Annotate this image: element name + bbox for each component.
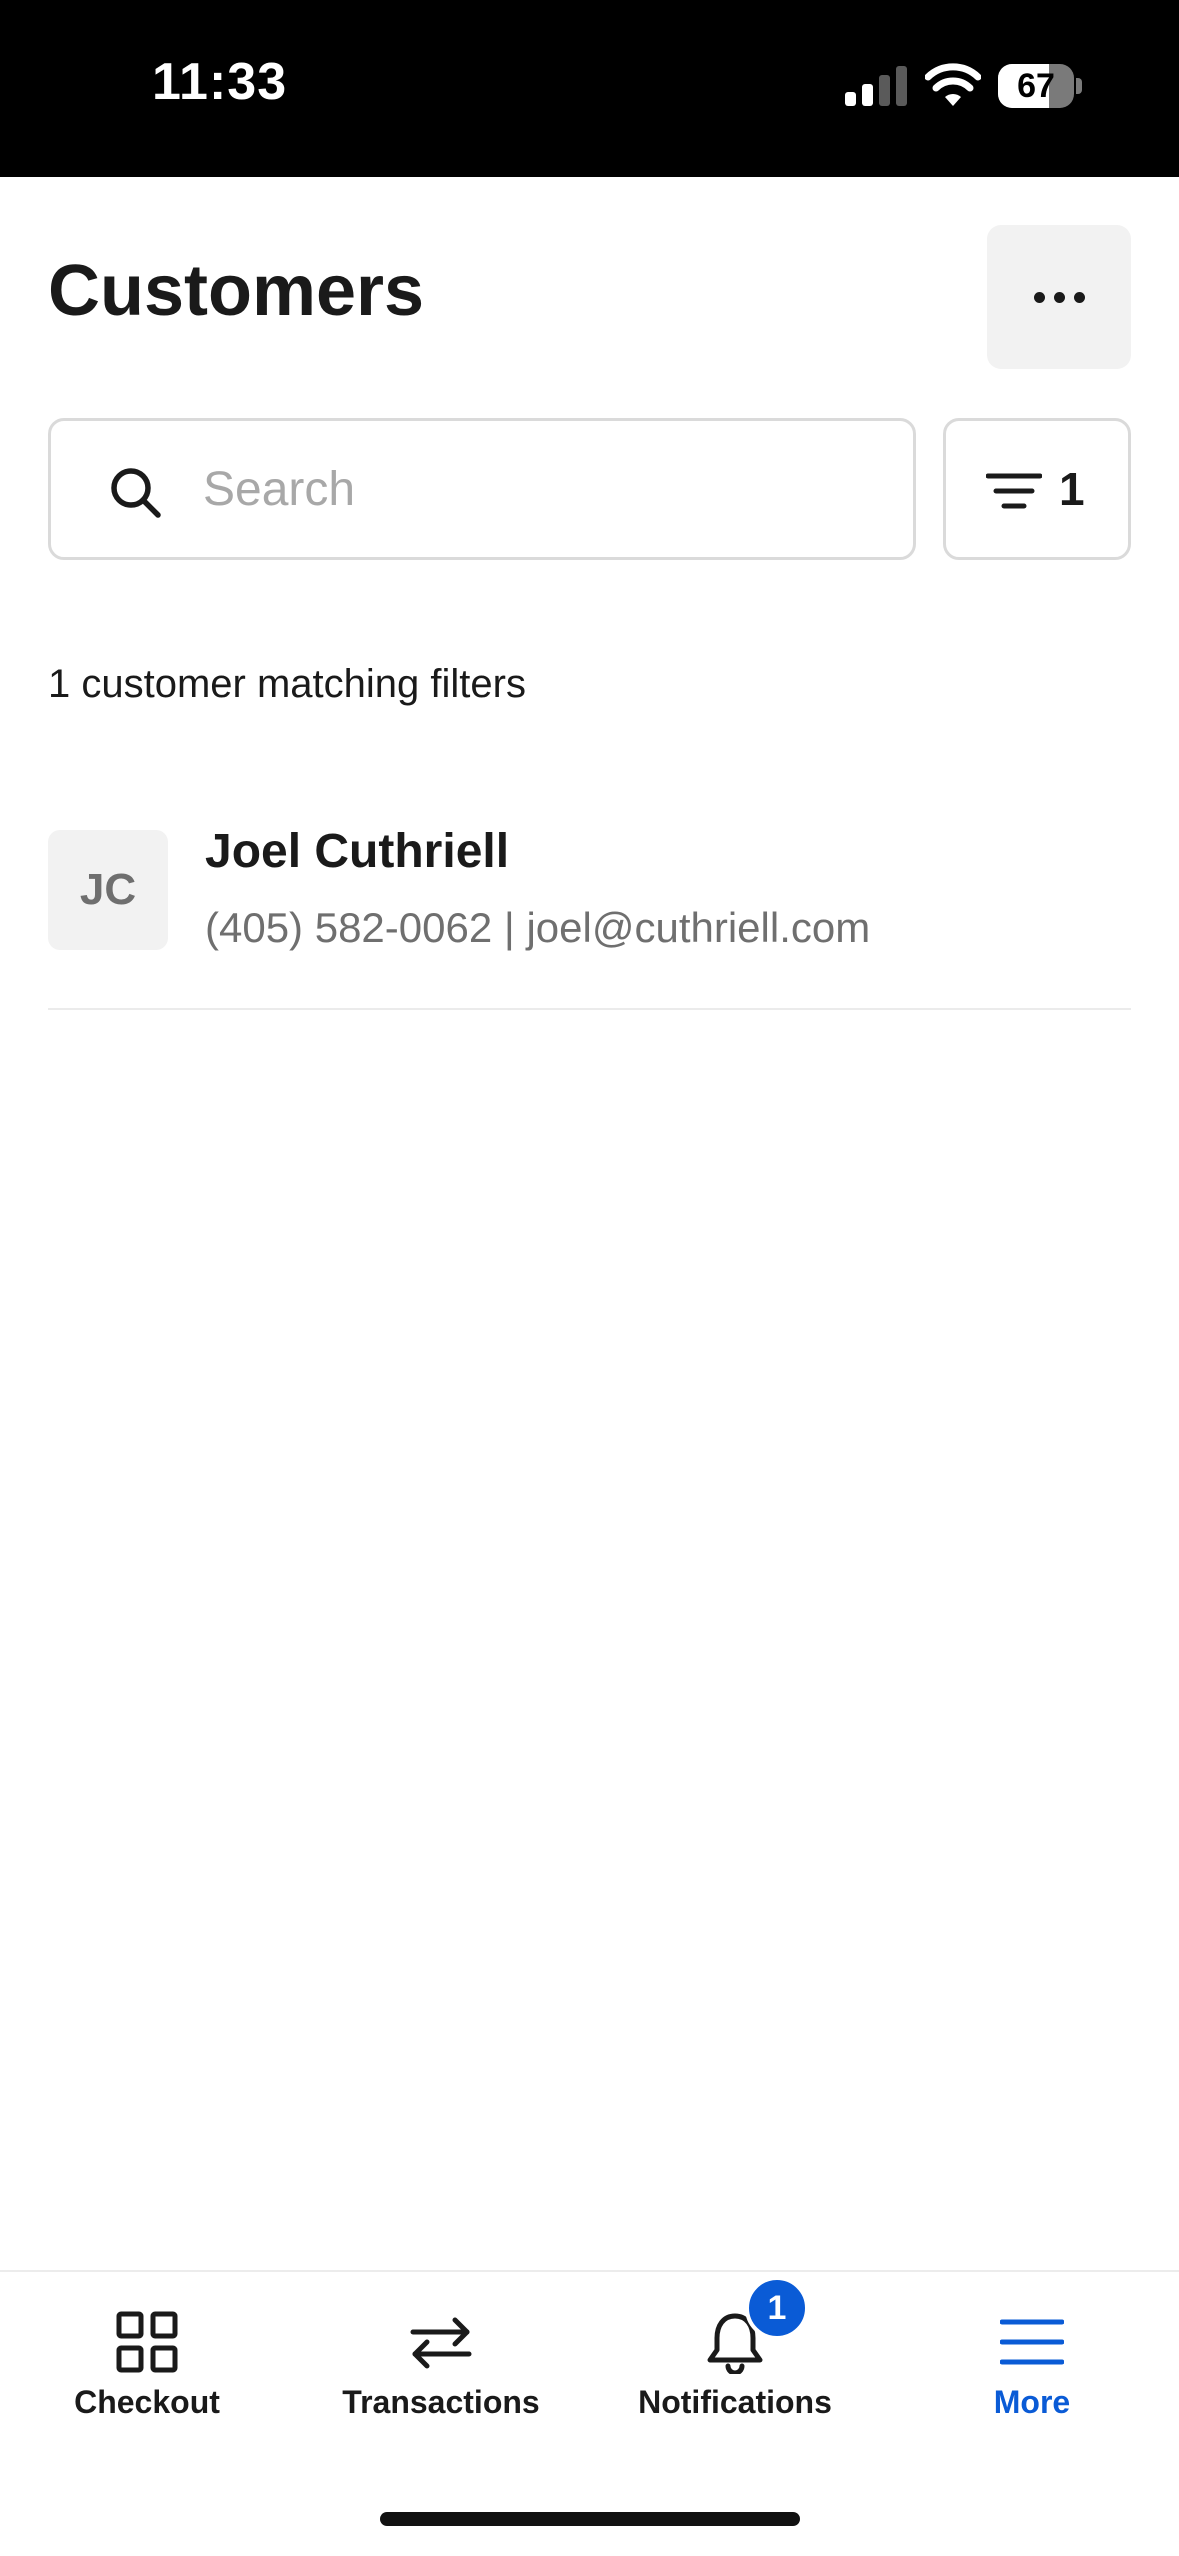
battery-icon: 67: [998, 64, 1074, 108]
tab-more[interactable]: More: [885, 2272, 1179, 2452]
tab-label: Checkout: [74, 2384, 220, 2420]
tab-transactions[interactable]: Transactions: [294, 2272, 588, 2452]
arrows-swap-icon: [410, 2317, 472, 2369]
page-title: Customers: [48, 251, 425, 331]
tab-notifications[interactable]: Notifications: [588, 2272, 882, 2452]
menu-icon: [1000, 2319, 1064, 2365]
filter-button[interactable]: 1: [943, 418, 1131, 560]
ellipsis-icon-dot: [1053, 291, 1065, 303]
results-summary: 1 customer matching filters: [48, 662, 526, 706]
tab-label: Notifications: [638, 2384, 832, 2420]
customer-list-item[interactable]: JC Joel Cuthriell (405) 582-0062 | joel@…: [48, 800, 1131, 1010]
avatar: JC: [48, 830, 168, 950]
customer-contact-details: (405) 582-0062 | joel@cuthriell.com: [205, 904, 871, 951]
wifi-icon: [925, 63, 981, 106]
battery-cap: [1076, 78, 1082, 94]
search-input[interactable]: [203, 421, 883, 557]
grid-icon: [116, 2311, 178, 2373]
ellipsis-icon: [1033, 291, 1045, 303]
status-bar: 11:33 67: [0, 0, 1179, 177]
cellular-signal-icon: [845, 66, 907, 106]
tab-label: Transactions: [342, 2384, 540, 2420]
search-icon: [111, 468, 161, 518]
battery-level: 67: [1017, 67, 1055, 105]
filter-icon: [986, 473, 1042, 509]
tab-checkout[interactable]: Checkout: [0, 2272, 294, 2452]
filter-count: 1: [1059, 463, 1085, 515]
home-indicator[interactable]: [380, 2512, 800, 2526]
tab-label: More: [993, 2384, 1071, 2420]
notification-badge: 1: [745, 2276, 809, 2340]
status-time: 11:33: [152, 53, 288, 111]
customer-name: Joel Cuthriell: [205, 825, 510, 878]
ellipsis-icon-dot: [1073, 291, 1085, 303]
search-box[interactable]: [48, 418, 916, 560]
more-options-button[interactable]: [987, 225, 1131, 369]
